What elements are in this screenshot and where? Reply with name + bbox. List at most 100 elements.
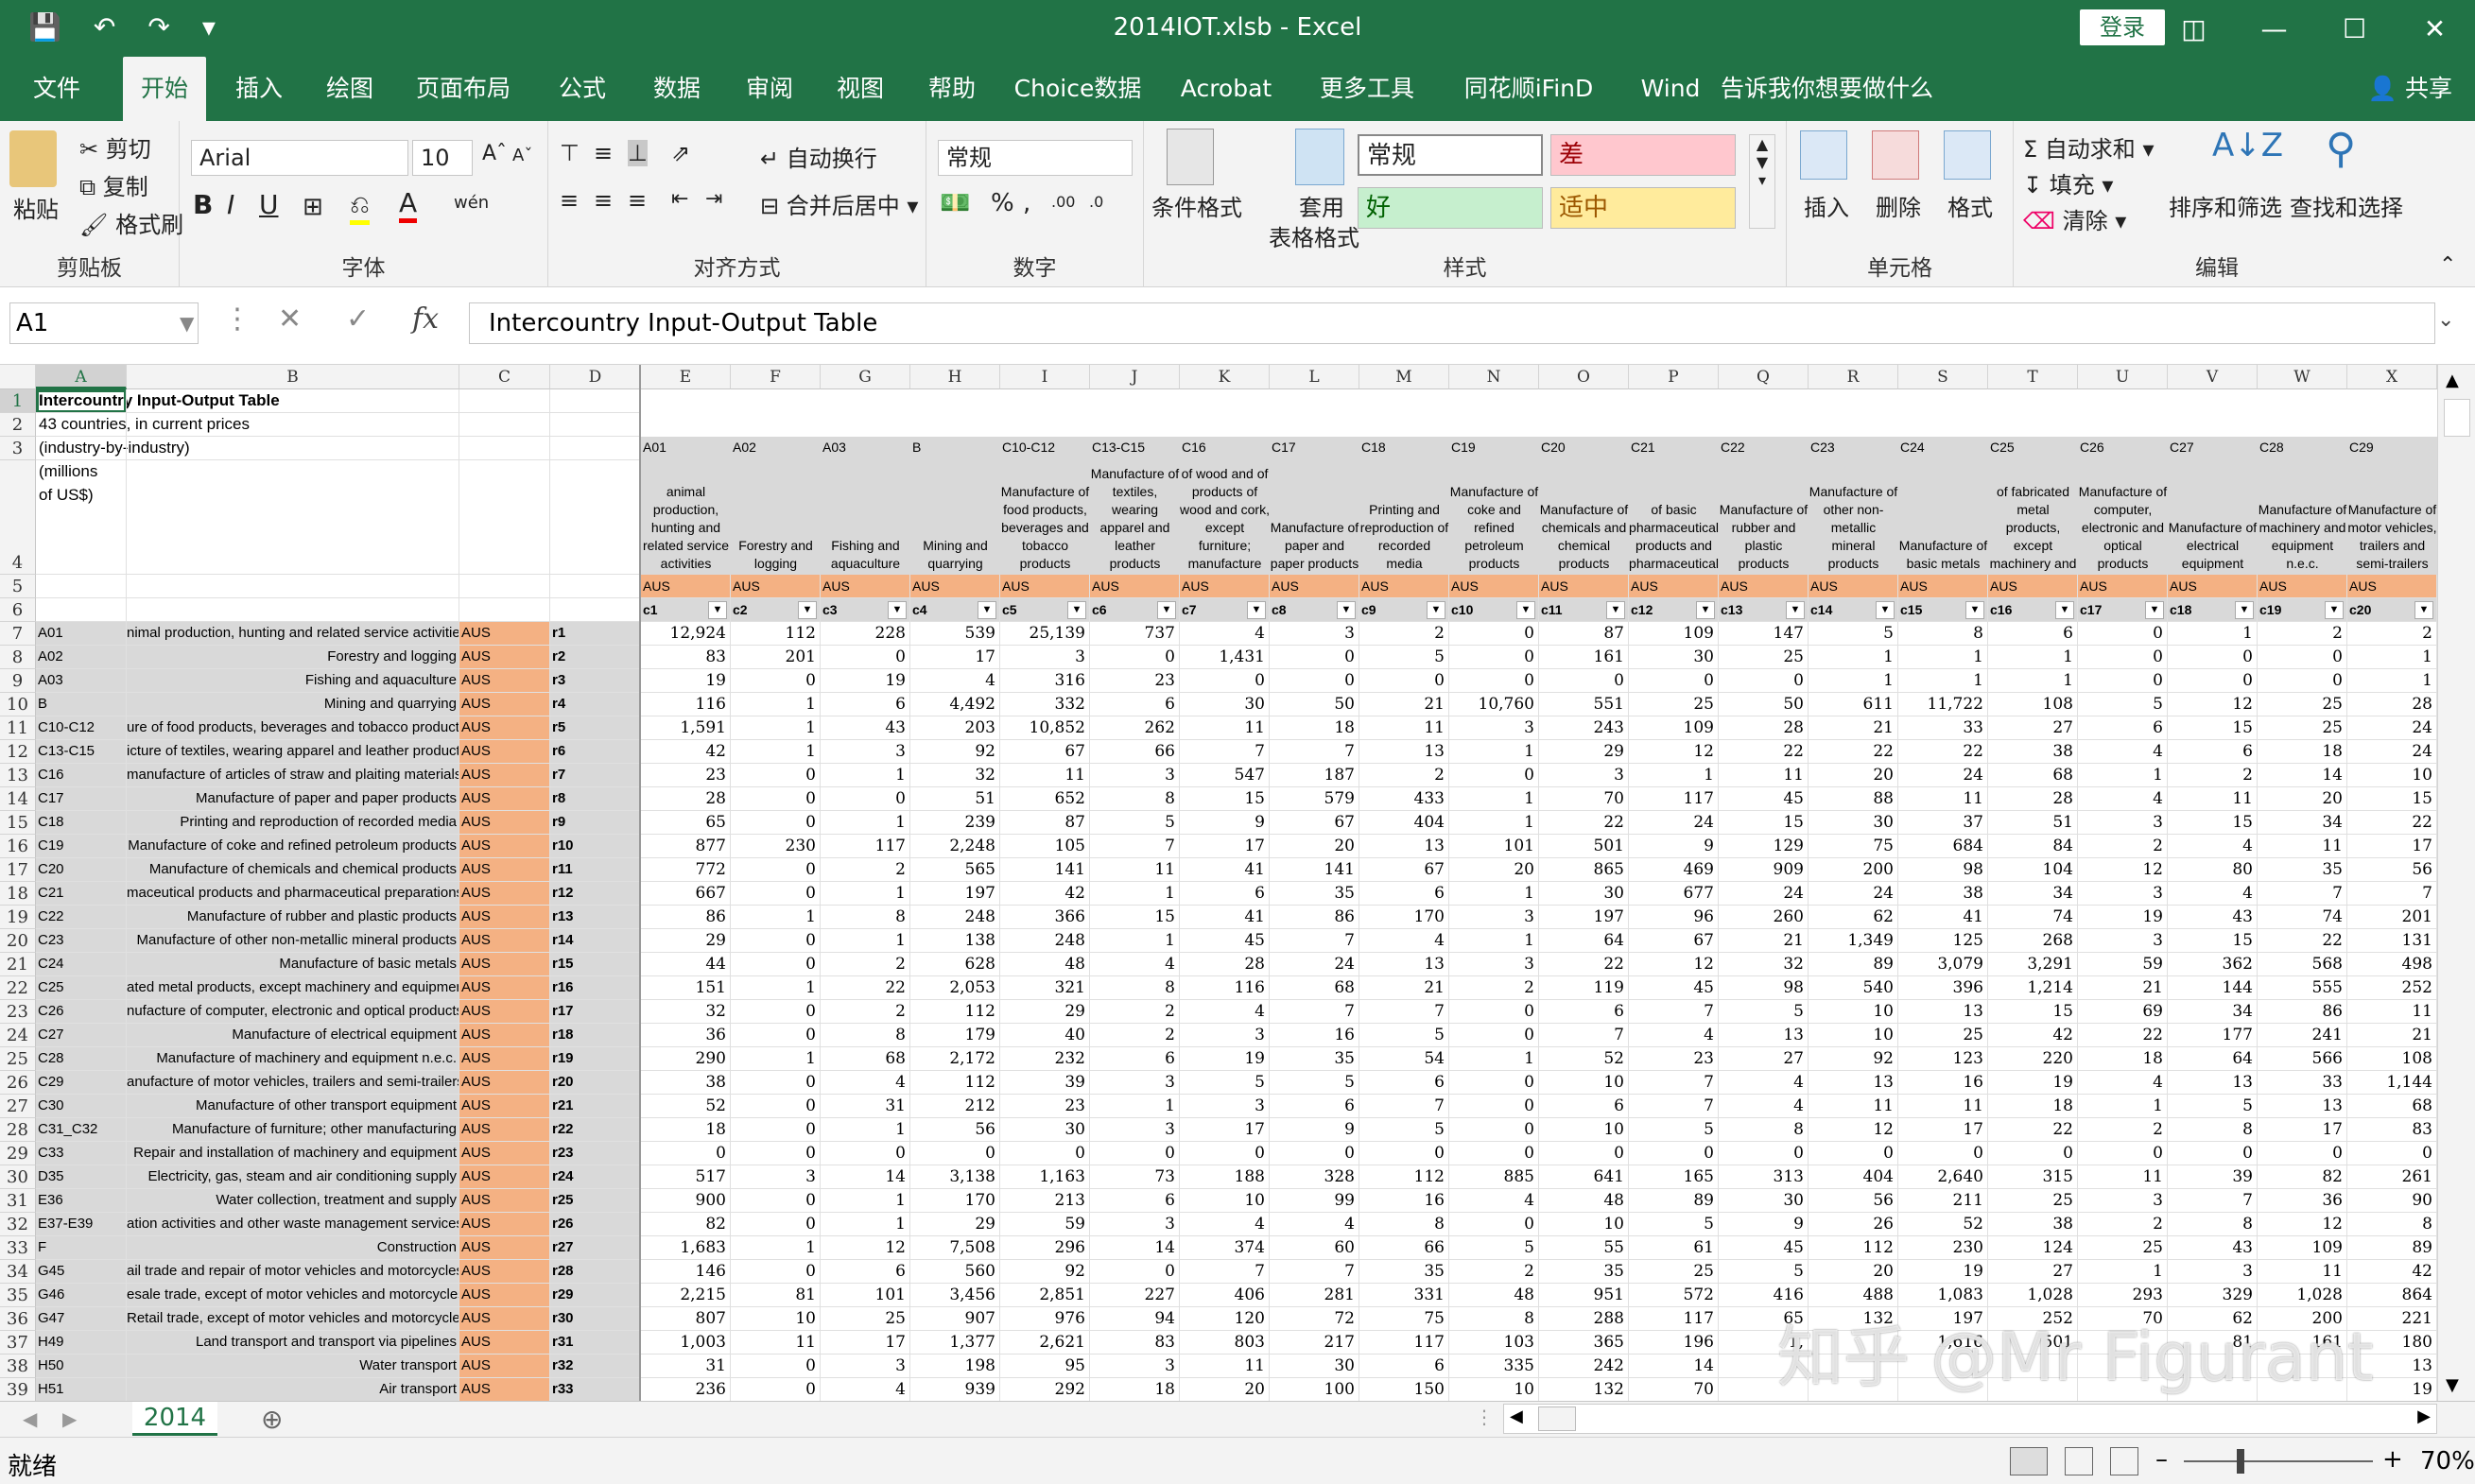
data-cell[interactable]: 0 bbox=[731, 1260, 821, 1284]
data-cell[interactable]: 5 bbox=[1180, 1071, 1270, 1095]
data-cell[interactable]: 572 bbox=[1629, 1284, 1719, 1307]
data-cell[interactable]: 22 bbox=[2347, 811, 2437, 835]
data-cell[interactable]: 1 bbox=[821, 1213, 910, 1236]
filter-dropdown-icon[interactable]: ▼ bbox=[2414, 601, 2433, 619]
data-cell[interactable]: 92 bbox=[910, 740, 1000, 764]
row-id-18[interactable]: r19 bbox=[550, 1047, 641, 1071]
data-cell[interactable]: 22 bbox=[821, 976, 910, 1000]
data-cell[interactable]: 6 bbox=[1180, 882, 1270, 906]
data-cell[interactable]: 560 bbox=[910, 1260, 1000, 1284]
data-cell[interactable]: 1 bbox=[821, 811, 910, 835]
data-cell[interactable]: 0 bbox=[2168, 1142, 2258, 1165]
data-cell[interactable]: 22 bbox=[2078, 1024, 2168, 1047]
next-sheet-icon[interactable]: ▶ bbox=[62, 1407, 77, 1430]
column-header-S[interactable]: S bbox=[1898, 365, 1988, 389]
filter-dropdown-icon[interactable]: ▼ bbox=[1157, 601, 1176, 619]
table-format-icon[interactable] bbox=[1295, 129, 1344, 185]
data-cell[interactable]: 0 bbox=[731, 929, 821, 953]
data-cell[interactable]: 7 bbox=[2347, 882, 2437, 906]
row-id-17[interactable]: r18 bbox=[550, 1024, 641, 1047]
data-cell[interactable]: 1 bbox=[731, 1236, 821, 1260]
data-cell[interactable]: 10 bbox=[1539, 1071, 1629, 1095]
data-cell[interactable]: 11 bbox=[2258, 835, 2347, 858]
data-cell[interactable]: 17 bbox=[2347, 835, 2437, 858]
data-cell[interactable]: 24 bbox=[1270, 953, 1359, 976]
row-country-10[interactable]: AUS bbox=[459, 858, 550, 882]
row-id-30[interactable]: r31 bbox=[550, 1331, 641, 1355]
data-cell[interactable]: 7 bbox=[2258, 882, 2347, 906]
data-cell[interactable]: 8 bbox=[1898, 622, 1988, 646]
data-cell[interactable]: 8 bbox=[2168, 1213, 2258, 1236]
data-cell[interactable]: 11 bbox=[1180, 716, 1270, 740]
data-cell[interactable]: 540 bbox=[1809, 976, 1898, 1000]
data-cell[interactable]: 28 bbox=[1180, 953, 1270, 976]
minimize-icon[interactable]: — bbox=[2234, 0, 2314, 57]
row-header-36[interactable]: 36 bbox=[0, 1307, 36, 1331]
data-cell[interactable]: 48 bbox=[1539, 1189, 1629, 1213]
data-cell[interactable]: 366 bbox=[1000, 906, 1090, 929]
row-country-7[interactable]: AUS bbox=[459, 787, 550, 811]
data-cell[interactable]: 14 bbox=[2258, 764, 2347, 787]
data-cell[interactable]: 67 bbox=[1000, 740, 1090, 764]
data-cell[interactable]: 13 bbox=[2258, 1095, 2347, 1118]
data-cell[interactable]: 0 bbox=[1449, 1071, 1539, 1095]
font-name-select[interactable]: Arial bbox=[191, 140, 408, 176]
row-name-15[interactable]: ated metal products, except machinery an… bbox=[127, 976, 459, 1000]
data-cell[interactable]: 28 bbox=[2347, 693, 2437, 716]
data-cell[interactable]: 7 bbox=[1629, 1095, 1719, 1118]
data-cell[interactable]: 30 bbox=[1629, 646, 1719, 669]
style-neutral[interactable]: 适中 bbox=[1550, 187, 1736, 229]
data-cell[interactable]: 10 bbox=[1539, 1118, 1629, 1142]
data-cell[interactable]: 11 bbox=[1180, 1355, 1270, 1378]
row-country-3[interactable]: AUS bbox=[459, 693, 550, 716]
row-id-14[interactable]: r15 bbox=[550, 953, 641, 976]
data-cell[interactable]: 0 bbox=[1449, 764, 1539, 787]
data-cell[interactable]: 0 bbox=[821, 646, 910, 669]
row-header-22[interactable]: 22 bbox=[0, 976, 36, 1000]
data-cell[interactable]: 17 bbox=[1898, 1118, 1988, 1142]
data-cell[interactable]: 24 bbox=[2347, 740, 2437, 764]
data-cell[interactable]: 80 bbox=[2168, 858, 2258, 882]
data-cell[interactable]: 144 bbox=[2168, 976, 2258, 1000]
data-cell[interactable]: 0 bbox=[1898, 1142, 1988, 1165]
data-cell[interactable]: 33 bbox=[1898, 716, 1988, 740]
data-cell[interactable]: 66 bbox=[1090, 740, 1180, 764]
data-cell[interactable]: 8 bbox=[821, 906, 910, 929]
data-cell[interactable]: 56 bbox=[1809, 1189, 1898, 1213]
row-id-24[interactable]: r25 bbox=[550, 1189, 641, 1213]
expand-formula-icon[interactable]: ⌄ bbox=[2437, 308, 2454, 332]
cut-button[interactable]: ✂ 剪切 bbox=[79, 130, 151, 164]
data-cell[interactable]: 6 bbox=[1539, 1095, 1629, 1118]
row-code-3[interactable]: B bbox=[36, 693, 127, 716]
data-cell[interactable]: 1 bbox=[1449, 1047, 1539, 1071]
orientation-icon[interactable]: ⇗ bbox=[671, 140, 690, 166]
data-cell[interactable]: 0 bbox=[731, 953, 821, 976]
data-cell[interactable]: 243 bbox=[1539, 716, 1629, 740]
tab-14[interactable]: Wind bbox=[1628, 57, 1713, 121]
data-cell[interactable]: 1 bbox=[731, 693, 821, 716]
data-cell[interactable]: 7 bbox=[2168, 1189, 2258, 1213]
data-cell[interactable]: 0 bbox=[1449, 646, 1539, 669]
data-cell[interactable]: 25 bbox=[2258, 693, 2347, 716]
row-code-11[interactable]: C21 bbox=[36, 882, 127, 906]
data-cell[interactable]: 43 bbox=[821, 716, 910, 740]
fill-color-icon[interactable]: ⎌ bbox=[350, 191, 370, 225]
row-id-27[interactable]: r28 bbox=[550, 1260, 641, 1284]
data-cell[interactable]: 0 bbox=[2258, 1142, 2347, 1165]
column-header-N[interactable]: N bbox=[1449, 365, 1539, 389]
data-cell[interactable]: 5 bbox=[1719, 1000, 1809, 1024]
data-cell[interactable]: 48 bbox=[1449, 1284, 1539, 1307]
data-cell[interactable]: 1 bbox=[2078, 1260, 2168, 1284]
row-header-4[interactable]: 4 bbox=[0, 460, 36, 575]
data-cell[interactable]: 3 bbox=[1449, 716, 1539, 740]
column-header-K[interactable]: K bbox=[1180, 365, 1270, 389]
data-cell[interactable]: 6 bbox=[1359, 1355, 1449, 1378]
data-cell[interactable]: 213 bbox=[1000, 1189, 1090, 1213]
row-header-21[interactable]: 21 bbox=[0, 953, 36, 976]
data-cell[interactable]: 45 bbox=[1719, 787, 1809, 811]
data-cell[interactable]: 22 bbox=[1809, 740, 1898, 764]
data-cell[interactable]: 4 bbox=[2078, 1071, 2168, 1095]
row-country-19[interactable]: AUS bbox=[459, 1071, 550, 1095]
data-cell[interactable]: 909 bbox=[1719, 858, 1809, 882]
data-cell[interactable]: 66 bbox=[1359, 1236, 1449, 1260]
